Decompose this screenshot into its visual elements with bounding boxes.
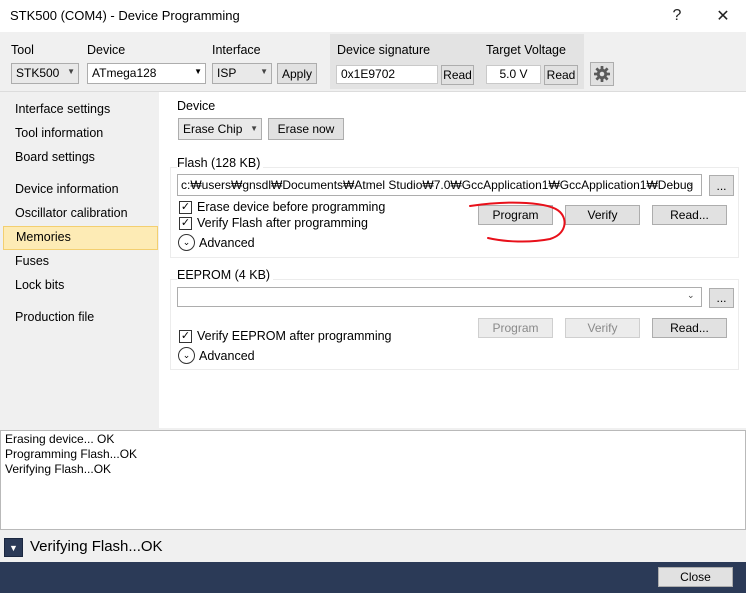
log-line: Programming Flash...OK — [5, 447, 138, 461]
settings-button[interactable] — [590, 62, 614, 86]
sidebar-item-tool-information[interactable]: Tool information — [0, 123, 159, 145]
verify-eeprom-checkbox[interactable]: ✓ — [179, 330, 192, 343]
log-line: Verifying Flash...OK — [5, 462, 112, 476]
apply-button[interactable]: Apply — [277, 63, 317, 84]
sidebar-item-production-file[interactable]: Production file — [0, 307, 159, 329]
chevron-down-icon: ▼ — [67, 67, 75, 76]
erase-mode-select[interactable]: Erase Chip ▼ — [178, 118, 262, 140]
sidebar-item-fuses[interactable]: Fuses — [0, 251, 159, 273]
sidebar-item-oscillator-calibration[interactable]: Oscillator calibration — [0, 203, 159, 225]
flash-section-title: Flash (128 KB) — [177, 156, 264, 170]
sidebar: Interface settings Tool information Boar… — [0, 92, 159, 428]
signature-read-button[interactable]: Read — [441, 65, 474, 85]
interface-label: Interface — [212, 43, 261, 57]
chevron-down-icon: ▼ — [194, 67, 202, 76]
tool-select[interactable]: STK500 ▼ — [11, 63, 79, 84]
tool-label: Tool — [11, 43, 34, 57]
voltage-field: 5.0 V — [486, 65, 541, 84]
eeprom-verify-button[interactable]: Verify — [565, 318, 640, 338]
chevron-down-icon: ⌄ — [687, 290, 695, 300]
sidebar-item-interface-settings[interactable]: Interface settings — [0, 99, 159, 121]
sidebar-item-board-settings[interactable]: Board settings — [0, 147, 159, 169]
verify-eeprom-label: Verify EEPROM after programming — [197, 329, 392, 343]
output-log[interactable]: Erasing device... OK Programming Flash..… — [0, 430, 746, 530]
flash-file-path: c:₩users₩gnsdl₩Documents₩Atmel Studio₩7.… — [181, 178, 694, 192]
signature-field: 0x1E9702 — [336, 65, 438, 84]
sidebar-item-lock-bits[interactable]: Lock bits — [0, 275, 159, 297]
voltage-read-button[interactable]: Read — [544, 65, 578, 85]
voltage-label: Target Voltage — [486, 43, 566, 57]
chevron-down-icon: ▼ — [250, 124, 258, 133]
close-button[interactable]: Close — [658, 567, 733, 587]
expand-log-button[interactable]: ▼ — [4, 538, 23, 557]
flash-read-button[interactable]: Read... — [652, 205, 727, 225]
eeprom-advanced-label: Advanced — [199, 349, 255, 363]
device-select-value: ATmega128 — [92, 66, 157, 80]
device-select[interactable]: ATmega128 ▼ — [87, 63, 206, 84]
status-bar: ▼ Verifying Flash...OK — [0, 531, 746, 562]
log-line: Erasing device... OK — [5, 432, 115, 446]
eeprom-file-input[interactable] — [177, 287, 702, 307]
verify-flash-checkbox[interactable]: ✓ — [179, 217, 192, 230]
signature-label: Device signature — [337, 43, 431, 57]
window-title: STK500 (COM4) - Device Programming — [10, 8, 240, 23]
gear-icon — [594, 66, 610, 82]
device-section-title: Device — [177, 99, 216, 113]
memories-panel — [159, 92, 746, 428]
device-label: Device — [87, 43, 126, 57]
eeprom-browse-button[interactable]: ... — [709, 288, 734, 308]
help-button[interactable]: ? — [654, 0, 700, 32]
chevron-down-icon: ▼ — [260, 67, 268, 76]
eeprom-read-button[interactable]: Read... — [652, 318, 727, 338]
title-bar: STK500 (COM4) - Device Programming ? ✕ — [0, 0, 746, 32]
eeprom-section-title: EEPROM (4 KB) — [177, 268, 274, 282]
sidebar-item-device-information[interactable]: Device information — [0, 179, 159, 201]
footer-bar: Close — [0, 562, 746, 593]
flash-advanced-toggle[interactable]: ⌄ — [178, 234, 195, 251]
flash-browse-button[interactable]: ... — [709, 175, 734, 196]
eeprom-advanced-toggle[interactable]: ⌄ — [178, 347, 195, 364]
chevron-down-icon: ⌄ — [687, 178, 695, 188]
chevron-down-icon: ⌄ — [182, 237, 191, 247]
sidebar-item-memories[interactable]: Memories — [3, 226, 158, 250]
erase-before-checkbox[interactable]: ✓ — [179, 201, 192, 214]
chevron-down-icon: ▼ — [9, 542, 18, 553]
erase-mode-value: Erase Chip — [183, 122, 243, 136]
close-window-button[interactable]: ✕ — [700, 0, 746, 32]
erase-now-button[interactable]: Erase now — [268, 118, 344, 140]
chevron-down-icon: ⌄ — [182, 350, 191, 360]
flash-advanced-label: Advanced — [199, 236, 255, 250]
flash-file-input[interactable]: c:₩users₩gnsdl₩Documents₩Atmel Studio₩7.… — [177, 174, 702, 196]
status-text: Verifying Flash...OK — [30, 538, 163, 555]
verify-flash-label: Verify Flash after programming — [197, 216, 368, 230]
tool-select-value: STK500 — [16, 66, 60, 80]
red-annotation-circle — [469, 201, 566, 243]
interface-select-value: ISP — [217, 66, 237, 80]
eeprom-program-button[interactable]: Program — [478, 318, 553, 338]
interface-select[interactable]: ISP ▼ — [212, 63, 272, 84]
erase-before-label: Erase device before programming — [197, 200, 386, 214]
